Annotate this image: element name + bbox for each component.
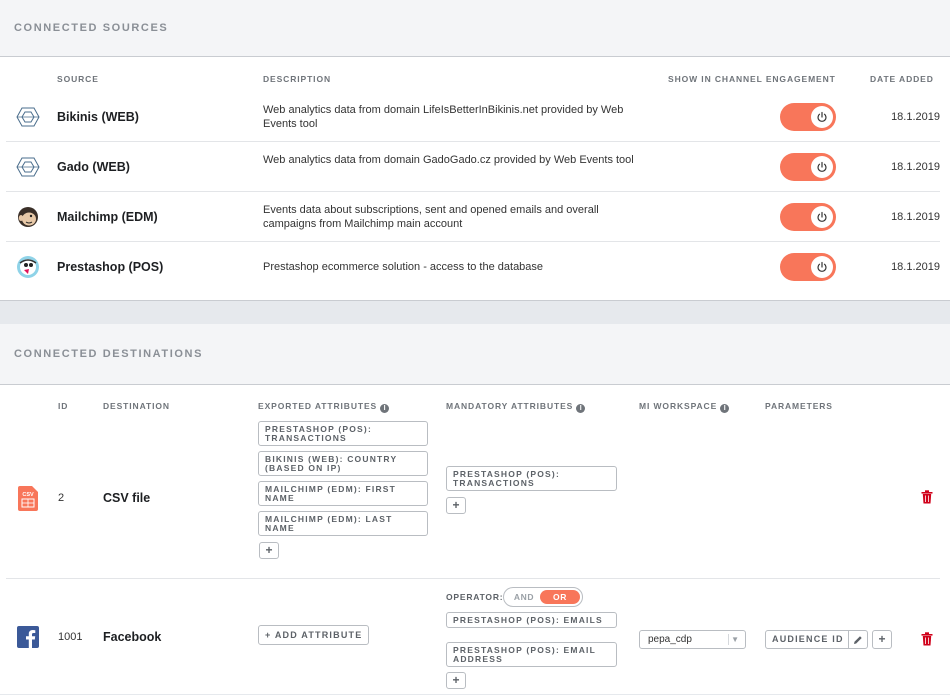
col-description: DESCRIPTION xyxy=(263,74,331,84)
col-exported-label: EXPORTED ATTRIBUTES xyxy=(258,401,378,411)
destination-name: CSV file xyxy=(103,491,151,505)
destinations-header: CONNECTED DESTINATIONS xyxy=(0,324,950,385)
svg-text:CSV: CSV xyxy=(22,492,34,498)
source-description: Prestashop ecommerce solution - access t… xyxy=(263,261,544,273)
prestashop-icon xyxy=(17,256,39,278)
col-workspace-label: MI WORKSPACE xyxy=(639,401,718,411)
col-mandatory-attributes: MANDATORY ATTRIBUTES i xyxy=(446,401,586,413)
col-mandatory-label: MANDATORY ATTRIBUTES xyxy=(446,401,574,411)
source-description: Web analytics data from domain LifeIsBet… xyxy=(263,104,624,130)
col-source: SOURCE xyxy=(57,74,99,84)
csv-file-icon: CSV xyxy=(18,486,38,511)
power-icon xyxy=(811,206,833,228)
pencil-icon[interactable] xyxy=(848,631,867,648)
exported-attribute-chip[interactable]: BIKINIS (WEB): COUNTRY (BASED ON IP) xyxy=(258,451,428,476)
channel-engagement-toggle[interactable] xyxy=(780,203,836,231)
destination-row: CSV 2 CSV file PRESTASHOP (POS): TRANSAC… xyxy=(6,421,940,579)
web-events-icon xyxy=(16,157,40,177)
operator-and[interactable]: AND xyxy=(507,590,541,604)
mandatory-attribute-chip[interactable]: PRESTASHOP (POS): EMAILS xyxy=(446,612,617,628)
power-icon xyxy=(811,256,833,278)
sources-title: CONNECTED SOURCES xyxy=(14,22,169,34)
add-mandatory-attribute-button[interactable]: + xyxy=(446,497,466,514)
trash-icon[interactable] xyxy=(921,490,933,504)
info-icon[interactable]: i xyxy=(720,404,730,413)
source-name: Mailchimp (EDM) xyxy=(57,210,158,224)
source-date: 18.1.2019 xyxy=(891,161,940,173)
destination-id: 2 xyxy=(58,492,65,504)
col-id: ID xyxy=(58,401,69,411)
source-date: 18.1.2019 xyxy=(891,211,940,223)
col-parameters: PARAMETERS xyxy=(765,401,833,411)
mi-workspace-value: pepa_cdp xyxy=(648,634,692,645)
source-description: Events data about subscriptions, sent an… xyxy=(263,204,599,230)
mandatory-attribute-chip[interactable]: PRESTASHOP (POS): TRANSACTIONS xyxy=(446,466,617,491)
add-exported-attribute-button[interactable]: + xyxy=(259,542,279,559)
operator-switch[interactable]: AND OR xyxy=(503,587,583,607)
mandatory-attribute-chip[interactable]: PRESTASHOP (POS): EMAIL ADDRESS xyxy=(446,642,617,667)
source-row: Prestashop (POS) Prestashop ecommerce so… xyxy=(6,242,940,292)
select-separator xyxy=(728,634,729,645)
web-events-icon xyxy=(16,107,40,127)
source-description: Web analytics data from domain GadoGado.… xyxy=(263,154,634,166)
info-icon[interactable]: i xyxy=(380,404,390,413)
col-show-channel: SHOW IN CHANNEL ENGAGEMENT xyxy=(668,74,836,84)
source-name: Bikinis (WEB) xyxy=(57,110,139,124)
source-name: Gado (WEB) xyxy=(57,160,130,174)
info-icon[interactable]: i xyxy=(576,404,586,413)
facebook-icon xyxy=(17,626,39,648)
destination-name: Facebook xyxy=(103,630,162,644)
destinations-panel: ID DESTINATION EXPORTED ATTRIBUTES i MAND… xyxy=(0,385,950,694)
add-attribute-button[interactable]: + ADD ATTRIBUTE xyxy=(258,625,370,645)
add-mandatory-attribute-button[interactable]: + xyxy=(446,672,466,689)
channel-engagement-toggle[interactable] xyxy=(780,103,836,131)
parameter-chip[interactable]: AUDIENCE ID xyxy=(765,630,868,649)
col-destination: DESTINATION xyxy=(103,401,170,411)
destination-row: 1001 Facebook + ADD ATTRIBUTE OPERATOR: … xyxy=(6,579,940,694)
col-exported-attributes: EXPORTED ATTRIBUTES i xyxy=(258,401,390,413)
sources-panel: SOURCE DESCRIPTION SHOW IN CHANNEL ENGAG… xyxy=(0,57,950,300)
col-mi-workspace: MI WORKSPACE i xyxy=(639,401,730,413)
mi-workspace-select[interactable]: pepa_cdp ▼ xyxy=(639,630,746,649)
source-date: 18.1.2019 xyxy=(891,261,940,273)
exported-attribute-chip[interactable]: PRESTASHOP (POS): TRANSACTIONS xyxy=(258,421,428,446)
add-parameter-button[interactable]: + xyxy=(872,630,892,649)
source-row: Mailchimp (EDM) Events data about subscr… xyxy=(6,192,940,242)
exported-attribute-chip[interactable]: MAILCHIMP (EDM): FIRST NAME xyxy=(258,481,428,506)
power-icon xyxy=(811,156,833,178)
source-row: Bikinis (WEB) Web analytics data from do… xyxy=(6,92,940,142)
power-icon xyxy=(811,106,833,128)
mailchimp-icon xyxy=(18,207,38,227)
source-date: 18.1.2019 xyxy=(891,111,940,123)
destination-id: 1001 xyxy=(58,631,83,643)
channel-engagement-toggle[interactable] xyxy=(780,153,836,181)
operator-or[interactable]: OR xyxy=(540,590,580,604)
operator-label: OPERATOR: xyxy=(446,592,504,602)
source-name: Prestashop (POS) xyxy=(57,260,164,274)
exported-attribute-chip[interactable]: MAILCHIMP (EDM): LAST NAME xyxy=(258,511,428,536)
parameter-label: AUDIENCE ID xyxy=(772,634,844,644)
trash-icon[interactable] xyxy=(921,632,933,646)
destinations-title: CONNECTED DESTINATIONS xyxy=(14,348,204,360)
sources-header: CONNECTED SOURCES xyxy=(0,0,950,57)
chevron-down-icon: ▼ xyxy=(731,635,739,644)
section-gap xyxy=(0,300,950,324)
col-date-added: DATE ADDED xyxy=(870,74,934,84)
channel-engagement-toggle[interactable] xyxy=(780,253,836,281)
source-row: Gado (WEB) Web analytics data from domai… xyxy=(6,142,940,192)
